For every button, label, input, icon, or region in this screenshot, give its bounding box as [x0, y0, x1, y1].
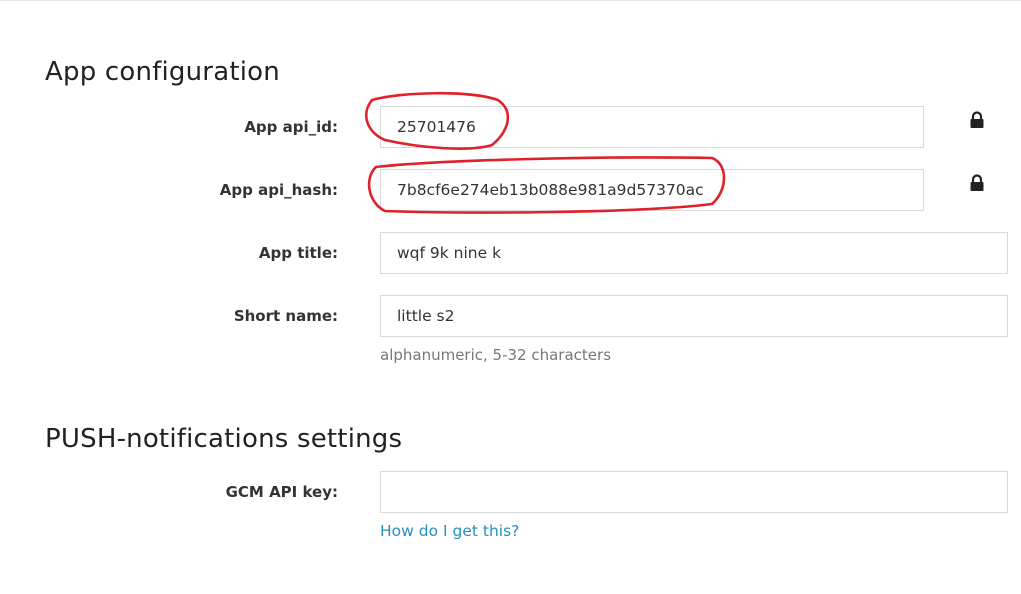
gcm-api-key-label: GCM API key:	[225, 483, 338, 501]
short-name-label: Short name:	[233, 307, 338, 325]
short-name-field[interactable]	[380, 295, 1008, 337]
short-name-hint: alphanumeric, 5-32 characters	[380, 346, 612, 364]
lock-icon	[968, 174, 986, 192]
api-id-label: App api_id:	[244, 118, 338, 136]
how-do-i-get-this-link[interactable]: How do I get this?	[380, 522, 519, 540]
gcm-api-key-field[interactable]	[380, 471, 1008, 513]
api-hash-label: App api_hash:	[219, 181, 338, 199]
api-hash-field[interactable]	[380, 169, 924, 211]
api-id-field[interactable]	[380, 106, 924, 148]
section-title-push-notifications: PUSH-notifications settings	[45, 424, 403, 454]
app-title-field[interactable]	[380, 232, 1008, 274]
app-title-label: App title:	[258, 244, 338, 262]
top-divider	[0, 0, 1021, 1]
lock-icon	[968, 111, 986, 129]
section-title-app-configuration: App configuration	[45, 57, 280, 87]
